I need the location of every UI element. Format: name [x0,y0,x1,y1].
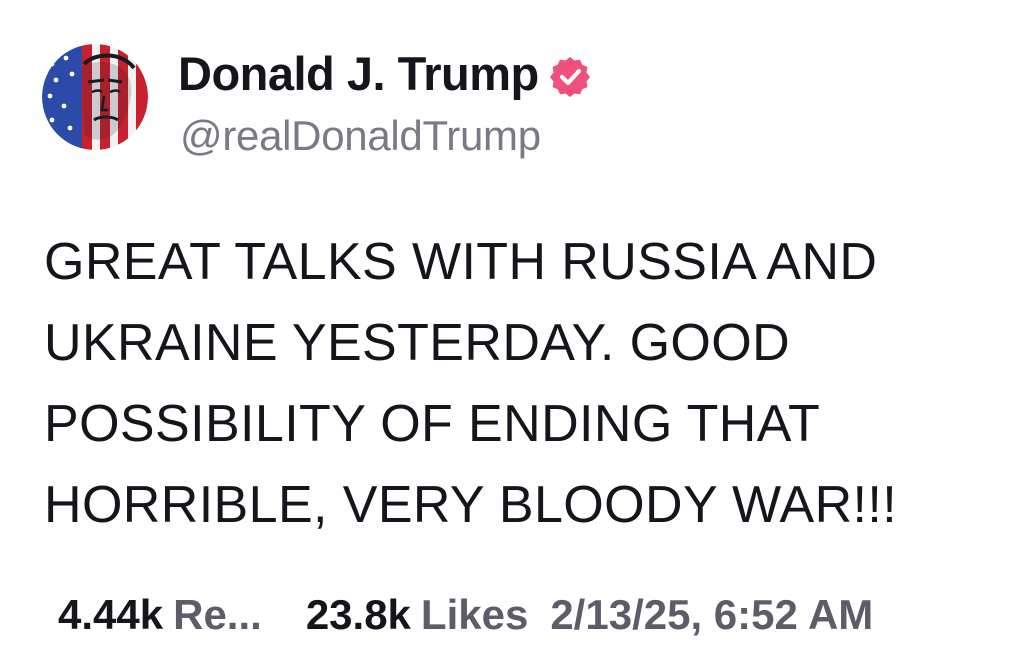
post-body-line: UKRAINE YESTERDAY. GOOD [44,314,791,372]
author-handle[interactable]: @realDonaldTrump [180,112,541,160]
avatar-image [42,44,148,150]
likes-label: Likes [420,591,529,638]
post-stats: 4.44k Re... 23.8k Likes 2/13/25, 6:52 AM [58,591,873,641]
post-body-line: GREAT TALKS WITH RUSSIA AND [44,233,878,291]
post-body-line: HORRIBLE, VERY BLOODY WAR!!! [44,476,898,534]
author-avatar[interactable] [42,44,148,150]
display-name-text: Donald J. Trump [178,47,539,100]
post-timestamp[interactable]: 2/13/25, 6:52 AM [550,591,873,639]
reposts-label: Re... [173,591,262,638]
likes-stat[interactable]: 23.8k Likes [306,591,529,639]
post-card: Donald J. Trump @realDonaldTrump GREAT T… [0,0,1024,665]
author-display-name[interactable]: Donald J. Trump [178,46,591,101]
verified-badge-icon [549,55,591,97]
reposts-stat[interactable]: 4.44k Re... [58,591,262,639]
reposts-count: 4.44k [58,591,164,638]
likes-count: 23.8k [305,591,411,638]
post-body-line: POSSIBILITY OF ENDING THAT [44,395,821,453]
post-body: GREAT TALKS WITH RUSSIA AND UKRAINE YEST… [44,222,984,546]
